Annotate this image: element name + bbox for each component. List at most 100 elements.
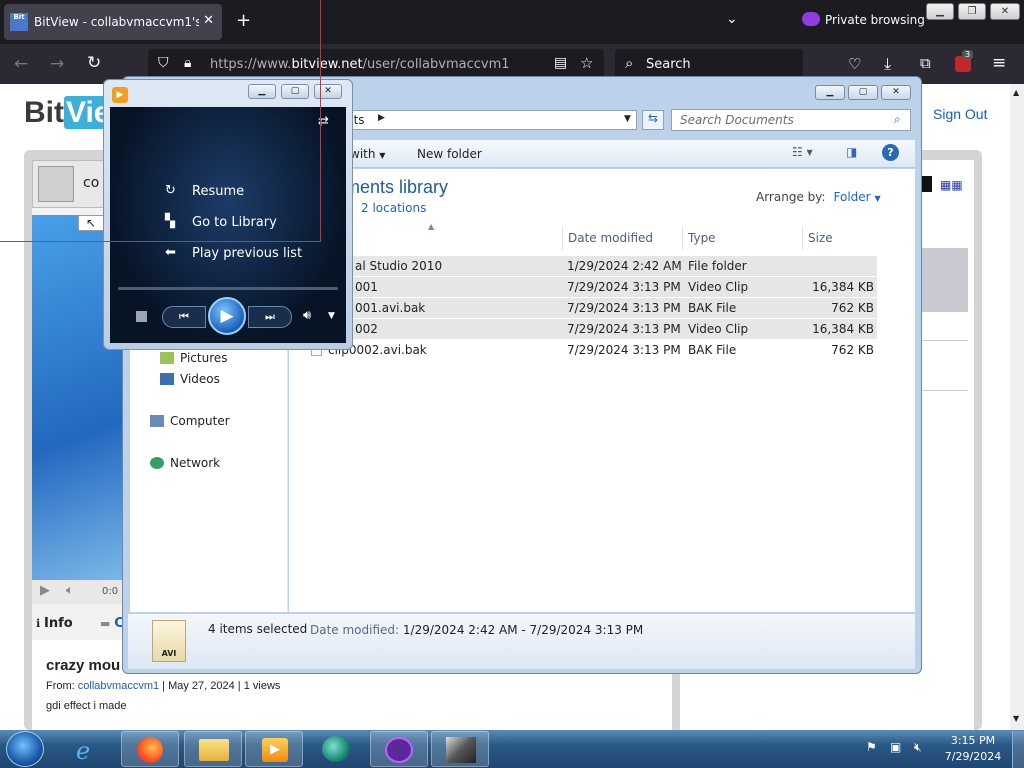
- search-bar[interactable]: ⌕ Search: [615, 49, 803, 79]
- system-clock[interactable]: 3:15 PM 7/29/2024: [938, 733, 1008, 765]
- video-title: crazy mou: [46, 657, 121, 674]
- tab-info[interactable]: ℹ Info: [36, 616, 73, 631]
- table-row[interactable]: 001 7/29/2024 3:13 PM Video Clip 16,384 KB: [297, 277, 877, 297]
- private-browsing-icon: [385, 737, 413, 763]
- new-folder-button[interactable]: New folder: [417, 147, 482, 161]
- pictures-icon: [160, 352, 174, 364]
- video-meta: From: collabvmaccvm1 | May 27, 2024 | 1 …: [46, 680, 281, 692]
- refresh-icon[interactable]: ⇆: [642, 110, 664, 130]
- table-row[interactable]: clip0002.avi.bak 7/29/2024 3:13 PM BAK Fil…: [297, 340, 877, 360]
- play-button[interactable]: ▶: [208, 297, 246, 335]
- explorer-close-button[interactable]: ✕: [881, 85, 911, 100]
- scroll-down-icon[interactable]: ▼: [1013, 714, 1019, 723]
- play-previous-list-menu-item[interactable]: Play previous list: [192, 246, 302, 261]
- divider: [920, 390, 968, 391]
- search-icon[interactable]: ⌕: [894, 112, 901, 127]
- video-controls: ▶ 🔈︎ 0:0: [32, 580, 124, 604]
- private-browsing-indicator: Private browsing: [802, 12, 925, 27]
- volume-icon[interactable]: 🔈︎: [66, 583, 74, 598]
- table-row[interactable]: 001.avi.bak 7/29/2024 3:13 PM BAK File 762 …: [297, 298, 877, 318]
- page-scrollbar[interactable]: ▲ ▼: [1010, 84, 1024, 730]
- library-title: ments library: [345, 177, 449, 197]
- previous-track-icon[interactable]: ⏮: [162, 306, 206, 328]
- address-dropdown-icon[interactable]: ▼: [624, 114, 631, 124]
- nav-item-videos[interactable]: Videos: [160, 372, 220, 386]
- table-row[interactable]: al Studio 2010 1/29/2024 2:42 AM File fold…: [297, 256, 877, 276]
- network-icon: [150, 457, 164, 469]
- search-placeholder: Search Documents: [680, 113, 794, 127]
- explorer-search-input[interactable]: Search Documents ⌕: [671, 109, 911, 131]
- column-divider: [802, 226, 803, 250]
- screen-annotation-outline: [0, 0, 321, 242]
- nav-item-pictures[interactable]: Pictures: [160, 351, 228, 365]
- show-desktop-button[interactable]: [1012, 731, 1024, 768]
- explorer-maximize-button[interactable]: ▢: [848, 85, 878, 100]
- explorer-minimize-button[interactable]: ▁: [815, 85, 845, 100]
- folder-icon: [199, 739, 229, 761]
- nav-item-network[interactable]: Network: [150, 456, 220, 470]
- side-thumbnail[interactable]: [920, 248, 968, 312]
- share-with-button[interactable]: with ▼: [350, 147, 385, 161]
- back-arrow-icon: ⬅: [165, 245, 176, 260]
- search-placeholder: Search: [646, 57, 691, 72]
- internet-explorer-icon: e: [76, 737, 91, 765]
- volume-muted-tray-icon[interactable]: 🔇︎: [914, 740, 922, 755]
- menu-hamburger-icon[interactable]: ≡: [992, 53, 1006, 73]
- taskbar-explorer[interactable]: [184, 731, 242, 767]
- browser-close-button[interactable]: ✕: [990, 3, 1020, 20]
- breadcrumb-arrow-icon[interactable]: ▶: [378, 113, 385, 123]
- arrange-by-dropdown[interactable]: Folder ▼: [834, 190, 881, 204]
- video-description: gdi effect i made: [46, 700, 127, 712]
- table-row[interactable]: 002 7/29/2024 3:13 PM Video Clip 16,384 KB: [297, 319, 877, 339]
- column-divider: [562, 226, 563, 250]
- program-icon: [446, 737, 476, 763]
- next-track-icon[interactable]: ⏭: [248, 306, 292, 328]
- video-time: 0:0: [102, 586, 119, 597]
- nav-item-computer[interactable]: Computer: [150, 414, 230, 428]
- view-options-icon[interactable]: ☷ ▾: [792, 145, 813, 159]
- media-player-icon: ▶: [262, 738, 288, 762]
- preview-pane-icon[interactable]: ◨: [846, 145, 857, 159]
- downloads-icon[interactable]: ⤓: [884, 54, 891, 74]
- taskbar-media-player[interactable]: ▶: [245, 731, 303, 767]
- orb-app-icon: [322, 736, 350, 762]
- arrange-by: Arrange by: Folder ▼: [756, 190, 881, 204]
- computer-icon: [150, 415, 164, 427]
- bookmark-star-icon[interactable]: ☆: [580, 54, 593, 72]
- reader-view-icon[interactable]: ▤: [554, 55, 567, 71]
- tab-list-chevron-down-icon[interactable]: ⌄: [726, 11, 738, 27]
- column-type[interactable]: Type: [688, 231, 716, 245]
- start-button[interactable]: [6, 731, 44, 767]
- browser-restore-button[interactable]: ❐: [958, 3, 986, 20]
- seek-bar[interactable]: [118, 287, 338, 290]
- action-center-flag-icon[interactable]: ⚑: [866, 740, 877, 754]
- video-play-icon[interactable]: ▶: [40, 583, 50, 598]
- taskbar-firefox-private[interactable]: [370, 731, 428, 767]
- taskbar-program[interactable]: [431, 731, 489, 767]
- network-tray-icon[interactable]: ▣: [890, 740, 901, 754]
- taskbar-firefox[interactable]: [121, 731, 179, 767]
- divider: [920, 340, 968, 341]
- uploader-link[interactable]: collabvmaccvm1: [78, 680, 159, 692]
- taskbar-internet-explorer[interactable]: e: [60, 731, 118, 767]
- help-icon[interactable]: ?: [882, 144, 899, 161]
- volume-icon[interactable]: 🔊︎: [303, 308, 311, 323]
- column-size[interactable]: Size: [808, 231, 833, 245]
- volume-dropdown-icon[interactable]: ▼: [328, 311, 335, 321]
- stop-icon[interactable]: [136, 311, 147, 322]
- sign-out-link[interactable]: Sign Out: [933, 106, 987, 122]
- avi-file-icon: AVI: [152, 620, 186, 662]
- pocket-icon[interactable]: ♡: [848, 55, 861, 73]
- column-divider: [682, 226, 683, 250]
- view-grid-icon[interactable]: ▦▦: [940, 178, 963, 192]
- extensions-icon[interactable]: ⧉: [920, 54, 931, 72]
- items-selected-count: 4 items selected: [208, 622, 308, 636]
- library-locations-link[interactable]: 2 locations: [361, 201, 426, 215]
- browser-minimize-button[interactable]: ▁: [926, 3, 954, 20]
- scroll-up-icon[interactable]: ▲: [1013, 88, 1019, 97]
- extension-badge: 3: [962, 50, 974, 59]
- column-date-modified[interactable]: Date modified: [568, 231, 653, 245]
- firefox-icon: [137, 737, 163, 763]
- taskbar-app-green[interactable]: [308, 731, 366, 767]
- videos-icon: [160, 373, 174, 385]
